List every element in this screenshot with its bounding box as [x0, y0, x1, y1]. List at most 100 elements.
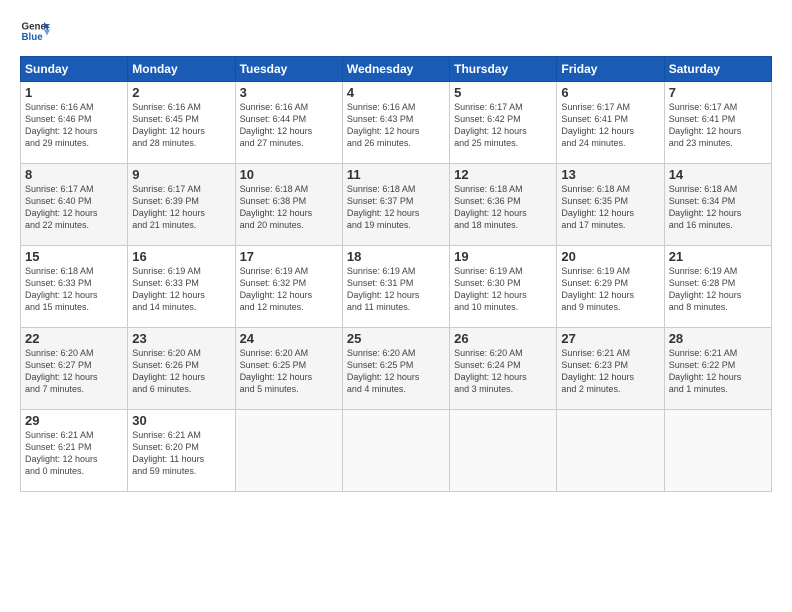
day-cell: 15 Sunrise: 6:18 AMSunset: 6:33 PMDaylig…	[21, 246, 128, 328]
svg-text:Blue: Blue	[22, 32, 44, 43]
day-cell: 5 Sunrise: 6:17 AMSunset: 6:42 PMDayligh…	[450, 82, 557, 164]
day-info: Sunrise: 6:16 AMSunset: 6:46 PMDaylight:…	[25, 102, 98, 148]
day-number: 25	[347, 331, 445, 346]
week-row-2: 15 Sunrise: 6:18 AMSunset: 6:33 PMDaylig…	[21, 246, 772, 328]
header-row: SundayMondayTuesdayWednesdayThursdayFrid…	[21, 57, 772, 82]
day-cell: 21 Sunrise: 6:19 AMSunset: 6:28 PMDaylig…	[664, 246, 771, 328]
week-row-4: 29 Sunrise: 6:21 AMSunset: 6:21 PMDaylig…	[21, 410, 772, 492]
day-info: Sunrise: 6:17 AMSunset: 6:39 PMDaylight:…	[132, 184, 205, 230]
day-cell: 1 Sunrise: 6:16 AMSunset: 6:46 PMDayligh…	[21, 82, 128, 164]
day-cell: 29 Sunrise: 6:21 AMSunset: 6:21 PMDaylig…	[21, 410, 128, 492]
day-number: 19	[454, 249, 552, 264]
day-cell	[342, 410, 449, 492]
day-number: 23	[132, 331, 230, 346]
day-info: Sunrise: 6:21 AMSunset: 6:21 PMDaylight:…	[25, 430, 98, 476]
day-number: 9	[132, 167, 230, 182]
day-cell	[664, 410, 771, 492]
day-cell: 16 Sunrise: 6:19 AMSunset: 6:33 PMDaylig…	[128, 246, 235, 328]
day-number: 1	[25, 85, 123, 100]
day-cell: 20 Sunrise: 6:19 AMSunset: 6:29 PMDaylig…	[557, 246, 664, 328]
day-cell: 12 Sunrise: 6:18 AMSunset: 6:36 PMDaylig…	[450, 164, 557, 246]
day-info: Sunrise: 6:18 AMSunset: 6:36 PMDaylight:…	[454, 184, 527, 230]
day-info: Sunrise: 6:16 AMSunset: 6:43 PMDaylight:…	[347, 102, 420, 148]
day-cell: 4 Sunrise: 6:16 AMSunset: 6:43 PMDayligh…	[342, 82, 449, 164]
day-info: Sunrise: 6:18 AMSunset: 6:38 PMDaylight:…	[240, 184, 313, 230]
day-info: Sunrise: 6:18 AMSunset: 6:35 PMDaylight:…	[561, 184, 634, 230]
day-cell: 11 Sunrise: 6:18 AMSunset: 6:37 PMDaylig…	[342, 164, 449, 246]
day-cell: 2 Sunrise: 6:16 AMSunset: 6:45 PMDayligh…	[128, 82, 235, 164]
day-cell: 27 Sunrise: 6:21 AMSunset: 6:23 PMDaylig…	[557, 328, 664, 410]
day-number: 17	[240, 249, 338, 264]
day-info: Sunrise: 6:17 AMSunset: 6:40 PMDaylight:…	[25, 184, 98, 230]
day-info: Sunrise: 6:21 AMSunset: 6:22 PMDaylight:…	[669, 348, 742, 394]
day-cell	[450, 410, 557, 492]
day-number: 3	[240, 85, 338, 100]
day-info: Sunrise: 6:16 AMSunset: 6:45 PMDaylight:…	[132, 102, 205, 148]
header-sunday: Sunday	[21, 57, 128, 82]
day-number: 27	[561, 331, 659, 346]
day-info: Sunrise: 6:18 AMSunset: 6:37 PMDaylight:…	[347, 184, 420, 230]
day-info: Sunrise: 6:18 AMSunset: 6:34 PMDaylight:…	[669, 184, 742, 230]
week-row-1: 8 Sunrise: 6:17 AMSunset: 6:40 PMDayligh…	[21, 164, 772, 246]
day-cell: 17 Sunrise: 6:19 AMSunset: 6:32 PMDaylig…	[235, 246, 342, 328]
day-info: Sunrise: 6:17 AMSunset: 6:41 PMDaylight:…	[669, 102, 742, 148]
day-cell: 23 Sunrise: 6:20 AMSunset: 6:26 PMDaylig…	[128, 328, 235, 410]
day-cell: 25 Sunrise: 6:20 AMSunset: 6:25 PMDaylig…	[342, 328, 449, 410]
day-number: 26	[454, 331, 552, 346]
day-info: Sunrise: 6:19 AMSunset: 6:32 PMDaylight:…	[240, 266, 313, 312]
day-cell: 9 Sunrise: 6:17 AMSunset: 6:39 PMDayligh…	[128, 164, 235, 246]
day-info: Sunrise: 6:21 AMSunset: 6:23 PMDaylight:…	[561, 348, 634, 394]
day-cell: 6 Sunrise: 6:17 AMSunset: 6:41 PMDayligh…	[557, 82, 664, 164]
day-info: Sunrise: 6:20 AMSunset: 6:26 PMDaylight:…	[132, 348, 205, 394]
day-info: Sunrise: 6:21 AMSunset: 6:20 PMDaylight:…	[132, 430, 204, 476]
day-cell: 28 Sunrise: 6:21 AMSunset: 6:22 PMDaylig…	[664, 328, 771, 410]
calendar-table: SundayMondayTuesdayWednesdayThursdayFrid…	[20, 56, 772, 492]
header-tuesday: Tuesday	[235, 57, 342, 82]
header-monday: Monday	[128, 57, 235, 82]
day-info: Sunrise: 6:20 AMSunset: 6:24 PMDaylight:…	[454, 348, 527, 394]
day-cell: 30 Sunrise: 6:21 AMSunset: 6:20 PMDaylig…	[128, 410, 235, 492]
week-row-3: 22 Sunrise: 6:20 AMSunset: 6:27 PMDaylig…	[21, 328, 772, 410]
day-number: 8	[25, 167, 123, 182]
day-cell: 26 Sunrise: 6:20 AMSunset: 6:24 PMDaylig…	[450, 328, 557, 410]
day-cell: 24 Sunrise: 6:20 AMSunset: 6:25 PMDaylig…	[235, 328, 342, 410]
day-info: Sunrise: 6:19 AMSunset: 6:30 PMDaylight:…	[454, 266, 527, 312]
day-number: 29	[25, 413, 123, 428]
day-info: Sunrise: 6:20 AMSunset: 6:25 PMDaylight:…	[347, 348, 420, 394]
day-number: 28	[669, 331, 767, 346]
day-number: 15	[25, 249, 123, 264]
header-thursday: Thursday	[450, 57, 557, 82]
day-info: Sunrise: 6:19 AMSunset: 6:31 PMDaylight:…	[347, 266, 420, 312]
header-saturday: Saturday	[664, 57, 771, 82]
day-cell: 14 Sunrise: 6:18 AMSunset: 6:34 PMDaylig…	[664, 164, 771, 246]
day-info: Sunrise: 6:18 AMSunset: 6:33 PMDaylight:…	[25, 266, 98, 312]
header-friday: Friday	[557, 57, 664, 82]
day-number: 16	[132, 249, 230, 264]
day-number: 22	[25, 331, 123, 346]
day-number: 7	[669, 85, 767, 100]
header-wednesday: Wednesday	[342, 57, 449, 82]
day-number: 14	[669, 167, 767, 182]
day-info: Sunrise: 6:17 AMSunset: 6:41 PMDaylight:…	[561, 102, 634, 148]
day-number: 12	[454, 167, 552, 182]
day-info: Sunrise: 6:20 AMSunset: 6:25 PMDaylight:…	[240, 348, 313, 394]
day-cell: 8 Sunrise: 6:17 AMSunset: 6:40 PMDayligh…	[21, 164, 128, 246]
header: General Blue	[20, 16, 772, 46]
day-cell	[557, 410, 664, 492]
day-number: 24	[240, 331, 338, 346]
week-row-0: 1 Sunrise: 6:16 AMSunset: 6:46 PMDayligh…	[21, 82, 772, 164]
day-number: 2	[132, 85, 230, 100]
day-number: 18	[347, 249, 445, 264]
day-cell	[235, 410, 342, 492]
page: General Blue SundayMondayTuesdayWednesda…	[0, 0, 792, 612]
day-info: Sunrise: 6:16 AMSunset: 6:44 PMDaylight:…	[240, 102, 313, 148]
day-number: 13	[561, 167, 659, 182]
day-number: 4	[347, 85, 445, 100]
day-info: Sunrise: 6:17 AMSunset: 6:42 PMDaylight:…	[454, 102, 527, 148]
day-info: Sunrise: 6:20 AMSunset: 6:27 PMDaylight:…	[25, 348, 98, 394]
day-info: Sunrise: 6:19 AMSunset: 6:29 PMDaylight:…	[561, 266, 634, 312]
day-number: 6	[561, 85, 659, 100]
day-number: 30	[132, 413, 230, 428]
day-cell: 22 Sunrise: 6:20 AMSunset: 6:27 PMDaylig…	[21, 328, 128, 410]
day-cell: 3 Sunrise: 6:16 AMSunset: 6:44 PMDayligh…	[235, 82, 342, 164]
